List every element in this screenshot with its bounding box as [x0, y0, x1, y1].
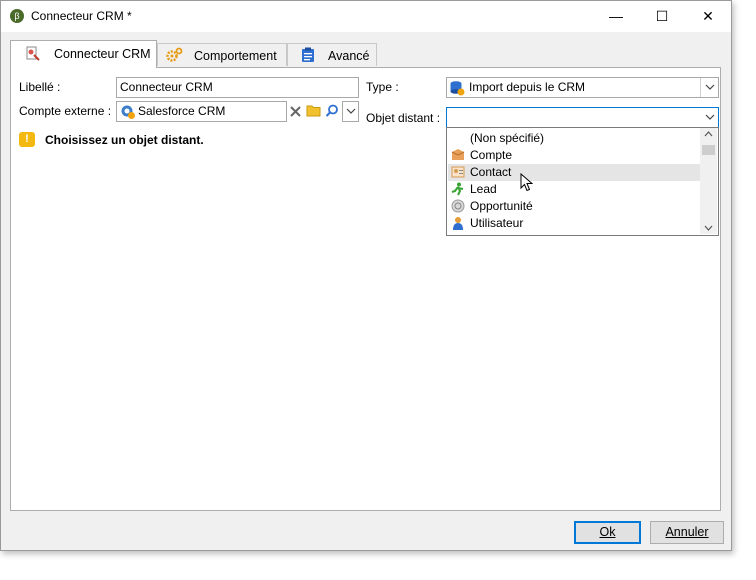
- chevron-down-icon: [705, 114, 714, 120]
- clear-icon[interactable]: [289, 105, 302, 118]
- title-bar: β Connecteur CRM * — ☐ ✕: [1, 1, 731, 32]
- list-item-compte[interactable]: Compte: [448, 147, 701, 164]
- compte-externe-label: Compte externe :: [19, 104, 112, 118]
- item-label: (Non spécifié): [470, 131, 545, 145]
- type-label: Type :: [366, 80, 399, 94]
- cancel-button[interactable]: Annuler: [650, 521, 724, 544]
- objet-distant-label: Objet distant :: [366, 111, 441, 125]
- chevron-down-icon: [346, 108, 356, 114]
- item-label: Compte: [470, 148, 513, 162]
- dropdown-scrollbar[interactable]: [700, 128, 717, 234]
- item-label: Lead: [470, 182, 497, 196]
- ok-button[interactable]: Ok: [574, 521, 641, 544]
- list-item-lead[interactable]: Lead: [448, 181, 701, 198]
- type-select[interactable]: Import depuis le CRM: [446, 77, 719, 98]
- item-label: Contact: [470, 165, 512, 179]
- list-item-non-specifie[interactable]: (Non spécifié): [448, 130, 701, 147]
- user-icon: [453, 217, 463, 230]
- type-value: Import depuis le CRM: [469, 80, 586, 94]
- item-label: Utilisateur: [470, 216, 524, 230]
- libelle-value: Connecteur CRM: [120, 80, 213, 94]
- compte-externe-value: Salesforce CRM: [138, 104, 226, 118]
- tab-comportement[interactable]: Comportement: [157, 43, 287, 66]
- chevron-down-icon: [705, 84, 714, 90]
- libelle-label: Libellé :: [19, 80, 61, 94]
- list-item-contact[interactable]: Contact: [448, 164, 701, 181]
- tab-avance[interactable]: Avancé: [287, 43, 377, 66]
- list-item-opportunite[interactable]: Opportunité: [448, 198, 701, 215]
- database-import-icon: [450, 81, 465, 96]
- type-dropdown-button[interactable]: [700, 78, 718, 97]
- objet-dropdown-button[interactable]: [701, 108, 718, 127]
- connector-icon: [26, 46, 40, 61]
- tab-label: Connecteur CRM: [54, 47, 151, 61]
- minimize-button[interactable]: —: [593, 1, 639, 32]
- clipboard-icon: [302, 47, 314, 62]
- maximize-button[interactable]: ☐: [639, 1, 685, 32]
- lead-icon: [451, 182, 464, 196]
- close-button[interactable]: ✕: [685, 1, 731, 32]
- tab-connecteur-crm[interactable]: Connecteur CRM: [10, 40, 157, 68]
- compte-dropdown-button[interactable]: [342, 101, 359, 122]
- list-item-utilisateur[interactable]: Utilisateur: [448, 215, 701, 232]
- warning-icon: !: [19, 132, 35, 147]
- ok-label: Ok: [599, 525, 616, 539]
- objet-distant-select[interactable]: [446, 107, 719, 128]
- window-title: Connecteur CRM *: [31, 9, 132, 23]
- account-icon: [451, 149, 465, 160]
- warning-message: Choisissez un objet distant.: [45, 133, 204, 147]
- scroll-down-icon[interactable]: [704, 225, 713, 231]
- folder-icon[interactable]: [306, 104, 321, 117]
- contact-icon: [451, 166, 465, 178]
- cancel-label: Annuler: [665, 525, 709, 539]
- libelle-input[interactable]: Connecteur CRM: [116, 77, 359, 98]
- dialog-window: β Connecteur CRM * — ☐ ✕ Connecteur CRM …: [0, 0, 732, 551]
- objet-distant-dropdown-list: (Non spécifié) Compte Contact Lead Oppor…: [446, 127, 719, 236]
- tab-label: Avancé: [328, 49, 370, 63]
- app-icon: β: [10, 9, 24, 23]
- mouse-cursor-icon: [520, 173, 533, 192]
- compte-externe-field[interactable]: Salesforce CRM: [116, 101, 287, 122]
- item-label: Opportunité: [470, 199, 533, 213]
- tab-label: Comportement: [194, 49, 277, 63]
- scroll-thumb[interactable]: [702, 145, 715, 155]
- search-icon[interactable]: [325, 104, 339, 118]
- opportunity-icon: [451, 199, 465, 213]
- gears-icon: [166, 47, 183, 62]
- scroll-up-icon[interactable]: [704, 131, 713, 137]
- salesforce-icon: [121, 105, 135, 119]
